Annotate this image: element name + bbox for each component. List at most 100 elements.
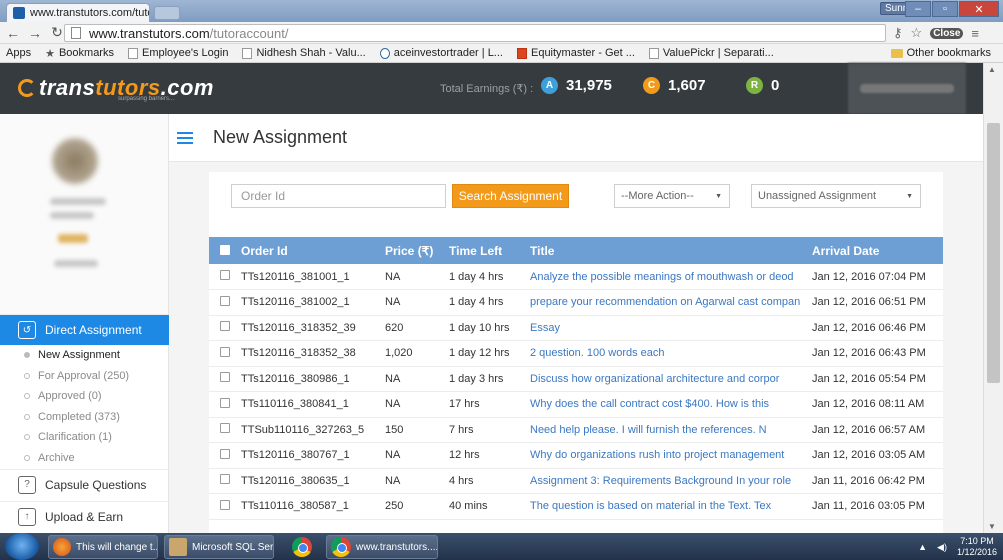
bookmark-equitymaster[interactable]: Equitymaster - Get ... <box>516 47 635 59</box>
bookmark-star-icon[interactable]: ☆ <box>911 25 923 41</box>
col-price[interactable]: Price (₹) <box>385 237 449 264</box>
cell-title-link[interactable]: Discuss how organizational architecture … <box>530 366 812 392</box>
table-row[interactable]: TTs120116_380986_1 NA 1 day 3 hrs Discuss h… <box>209 366 943 392</box>
cell-price: NA <box>385 264 449 290</box>
site-logo[interactable]: transtutors.com <box>18 75 214 101</box>
sidebar-item-upload-earn[interactable]: ↑ Upload & Earn <box>0 501 169 531</box>
bullet-icon <box>24 352 30 359</box>
clock[interactable]: 7:10 PM 1/12/2016 <box>957 536 997 558</box>
taskbar-chrome-pinned[interactable] <box>284 535 320 559</box>
cell-title-link[interactable]: Assignment 3: Requirements Background In… <box>530 468 812 494</box>
row-checkbox[interactable] <box>220 397 230 408</box>
row-checkbox[interactable] <box>220 448 230 459</box>
sidebar-sub-completed[interactable]: Completed (373) <box>0 407 169 428</box>
scroll-down-icon[interactable]: ▼ <box>988 522 996 531</box>
cell-title-link[interactable]: prepare your recommendation on Agarwal c… <box>530 289 812 316</box>
back-arrow-icon[interactable]: ← <box>4 25 22 41</box>
cell-time-left: 1 day 12 hrs <box>449 340 530 367</box>
page-icon <box>648 47 659 59</box>
row-checkbox[interactable] <box>220 295 230 306</box>
bookmark-apps[interactable]: Apps <box>0 47 31 120</box>
row-checkbox[interactable] <box>220 499 230 510</box>
row-checkbox[interactable] <box>220 346 230 357</box>
cell-title-link[interactable]: Analyze the possible meanings of mouthwa… <box>530 264 812 290</box>
table-body: TTs120116_381001_1 NA 1 day 4 hrs Analyze t… <box>209 264 943 520</box>
user-menu-blurred[interactable] <box>848 63 966 114</box>
cell-price: NA <box>385 366 449 392</box>
forward-arrow-icon[interactable]: → <box>26 25 44 41</box>
cell-title-link[interactable]: Why does the call contract cost $400. Ho… <box>530 391 812 418</box>
search-assignment-button[interactable]: Search Assignment <box>452 184 569 208</box>
bookmark-valuepickr[interactable]: ValuePickr | Separati... <box>648 47 774 59</box>
col-arrival-date[interactable]: Arrival Date <box>812 237 943 264</box>
earning-badge-a: A <box>541 77 558 94</box>
browser-tab[interactable]: www.transtutors.com/tuto × <box>6 3 150 22</box>
col-time-left[interactable]: Time Left <box>449 237 530 264</box>
window-close-icon[interactable]: ✕ <box>959 1 999 17</box>
cell-title-link[interactable]: The question is based on material in the… <box>530 493 812 520</box>
new-tab-button[interactable] <box>154 6 180 20</box>
tray-arrow-icon[interactable]: ▲ <box>918 542 927 552</box>
cell-price: 250 <box>385 493 449 520</box>
earning-value-c: 1,607 <box>668 77 706 94</box>
scrollbar-thumb[interactable] <box>987 123 1000 383</box>
minimize-icon[interactable]: – <box>905 1 931 17</box>
cell-title-link[interactable]: Need help please. I will furnish the ref… <box>530 417 812 443</box>
chrome-icon <box>331 537 351 557</box>
volume-icon[interactable]: ◀) <box>937 542 947 553</box>
taskbar-sql-server[interactable]: Microsoft SQL Ser... <box>164 535 274 559</box>
select-all-checkbox[interactable] <box>220 244 230 255</box>
start-button[interactable] <box>5 533 39 560</box>
row-checkbox[interactable] <box>220 372 230 383</box>
table-row[interactable]: TTs120116_318352_39 620 1 day 10 hrs Essay J… <box>209 315 943 341</box>
cell-title-link[interactable]: Why do organizations rush into project m… <box>530 442 812 469</box>
sidebar-sub-archive[interactable]: Archive <box>0 448 169 469</box>
bookmark-aceinvestortrader[interactable]: aceinvestortrader | L... <box>379 47 503 59</box>
sidebar-sub-clarification[interactable]: Clarification (1) <box>0 427 169 448</box>
taskbar-chrome-window[interactable]: www.transtutors.... <box>326 535 438 559</box>
bookmark-employee-login[interactable]: Employee's Login <box>127 47 228 59</box>
row-checkbox[interactable] <box>220 423 230 434</box>
table-row[interactable]: TTs110116_380587_1 250 40 mins The question… <box>209 493 943 520</box>
bookmark-nidhesh-shah[interactable]: Nidhesh Shah - Valu... <box>242 47 366 59</box>
col-title[interactable]: Title <box>530 237 812 264</box>
order-id-input[interactable] <box>231 184 446 208</box>
table-row[interactable]: TTs120116_381002_1 NA 1 day 4 hrs prepare y… <box>209 289 943 316</box>
page-scrollbar[interactable]: ▲ ▼ <box>983 63 1003 533</box>
table-row[interactable]: TTs120116_380767_1 NA 12 hrs Why do organiz… <box>209 442 943 469</box>
row-checkbox[interactable] <box>220 270 230 280</box>
assignment-filter-select[interactable]: Unassigned Assignment ▼ <box>751 184 921 208</box>
more-action-select[interactable]: --More Action-- ▼ <box>614 184 730 208</box>
extension-close-button[interactable]: Close <box>930 27 964 39</box>
scroll-up-icon[interactable]: ▲ <box>988 65 996 74</box>
col-order-id[interactable]: Order Id <box>241 237 385 264</box>
avatar[interactable] <box>52 138 98 184</box>
maximize-icon[interactable]: ▫ <box>932 1 958 17</box>
cell-title-link[interactable]: 2 question. 100 words each <box>530 340 812 367</box>
page-icon <box>242 47 253 59</box>
profile-rating-blurred <box>58 234 88 243</box>
sidebar-sub-approved[interactable]: Approved (0) <box>0 386 169 407</box>
sidebar-sub-new-assignment[interactable]: New Assignment <box>0 345 169 366</box>
row-checkbox[interactable] <box>220 321 230 332</box>
sidebar-item-capsule-questions[interactable]: ? Capsule Questions <box>0 469 169 499</box>
other-bookmarks[interactable]: Other bookmarks <box>890 47 991 59</box>
row-checkbox-cell <box>209 315 241 341</box>
hamburger-menu-icon[interactable] <box>177 129 193 147</box>
table-row[interactable]: TTSub110116_327263_5 150 7 hrs Need help pl… <box>209 417 943 443</box>
capsule-icon: ? <box>18 475 36 494</box>
address-bar[interactable]: www.transtutors.com/tutoraccount/ <box>64 24 886 42</box>
table-row[interactable]: TTs120116_318352_38 1,020 1 day 12 hrs 2 qu… <box>209 340 943 367</box>
taskbar-firefox[interactable]: This will change t... <box>48 535 158 559</box>
table-row[interactable]: TTs110116_380841_1 NA 17 hrs Why does the c… <box>209 391 943 418</box>
table-row[interactable]: TTs120116_381001_1 NA 1 day 4 hrs Analyze t… <box>209 264 943 290</box>
bookmark-bookmarks[interactable]: ★ Bookmarks <box>45 47 114 60</box>
table-row[interactable]: TTs120116_380635_1 NA 4 hrs Assignment 3: R… <box>209 468 943 494</box>
sidebar-sub-for-approval[interactable]: For Approval (250) <box>0 366 169 387</box>
menu-icon[interactable]: ≡ <box>971 26 979 41</box>
sidebar-item-direct-assignment[interactable]: ↺ Direct Assignment <box>0 315 169 345</box>
cell-title-link[interactable]: Essay <box>530 315 812 341</box>
row-checkbox[interactable] <box>220 474 230 485</box>
key-icon[interactable]: ⚷ <box>893 25 903 41</box>
cell-price: 1,020 <box>385 340 449 367</box>
